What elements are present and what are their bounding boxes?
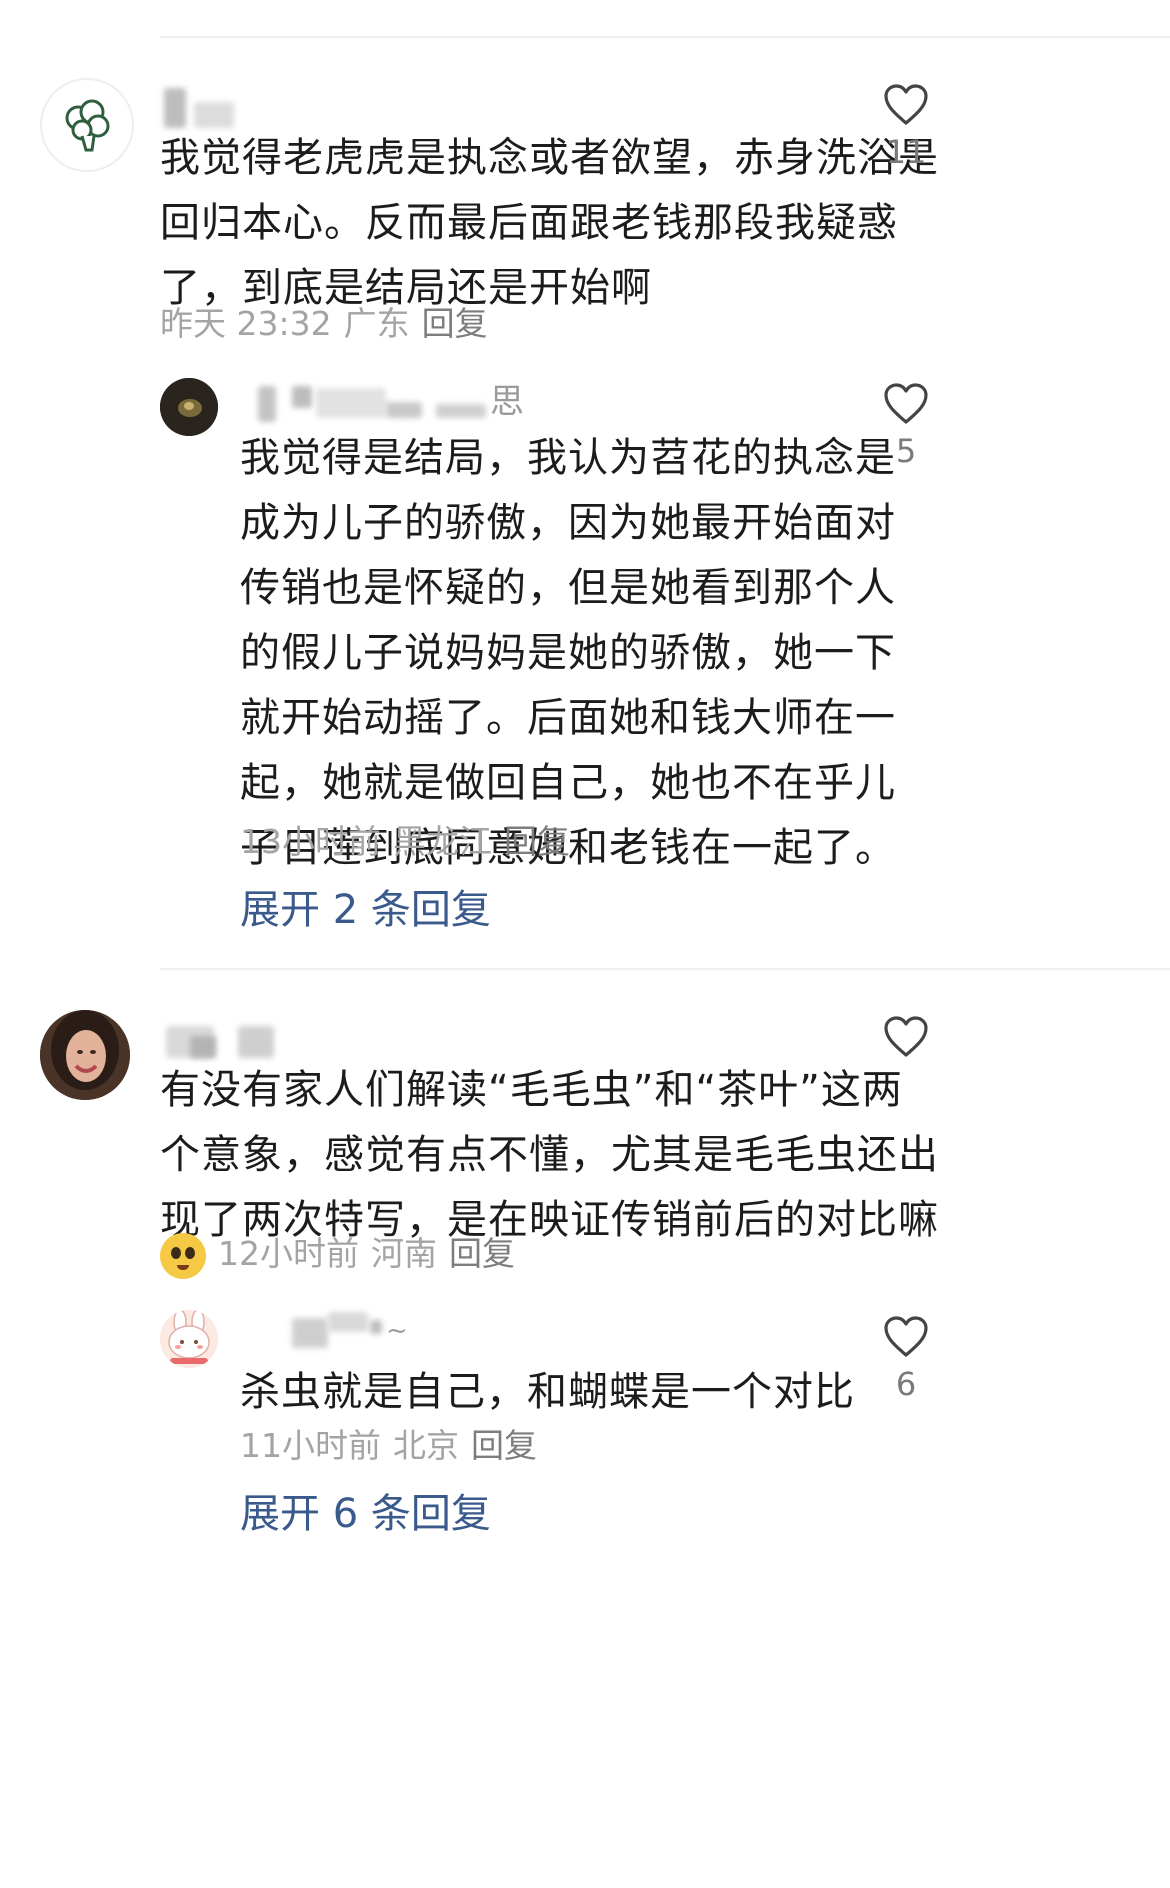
- like-control: 11: [856, 84, 956, 172]
- reply-meta: 13小时前 黑龙江 回复: [240, 820, 582, 864]
- reply-username-fragment: ~: [386, 1316, 408, 1346]
- like-count: 6: [895, 1365, 917, 1403]
- reply-like-control: 6: [856, 1316, 956, 1404]
- like-count: 11: [885, 133, 927, 171]
- avatar-photo-icon: [40, 1010, 130, 1100]
- reply-time: 13小时前: [240, 822, 381, 861]
- reply-username[interactable]: 思: [252, 382, 552, 428]
- comment-meta: 12小时前 河南 回复: [160, 1232, 527, 1279]
- bunny-avatar-icon: [160, 1310, 218, 1368]
- heart-icon[interactable]: [883, 383, 929, 425]
- avatar[interactable]: [40, 1010, 130, 1100]
- reply-avatar[interactable]: [160, 1310, 218, 1368]
- reply-button[interactable]: 回复: [422, 304, 488, 343]
- heart-icon[interactable]: [883, 84, 929, 126]
- reply-location: 北京: [393, 1426, 459, 1465]
- like-control: [856, 1016, 956, 1064]
- broccoli-icon: [65, 99, 110, 152]
- reply-like-control: 5: [856, 383, 956, 471]
- comment-text: 有没有家人们解读“毛毛虫”和“茶叶”这两 个意象，感觉有点不懂，尤其是毛毛虫还出…: [160, 1067, 939, 1243]
- heart-icon[interactable]: [883, 1016, 929, 1058]
- reply-username-fragment: 思: [490, 382, 524, 422]
- expand-replies-button[interactable]: 展开 2 条回复: [240, 884, 491, 936]
- reply-button[interactable]: 回复: [504, 822, 570, 861]
- avatar-photo-icon: [160, 378, 218, 436]
- expand-replies-button[interactable]: 展开 6 条回复: [240, 1488, 491, 1540]
- reply-button[interactable]: 回复: [471, 1426, 537, 1465]
- reply-meta: 11小时前 北京 回复: [240, 1424, 549, 1468]
- comment-location: 广东: [343, 304, 410, 343]
- reply-text: 杀虫就是自己，和蝴蝶是一个对比: [240, 1369, 855, 1415]
- comment-location: 河南: [371, 1234, 437, 1273]
- comment-meta: 昨天 23:32 广东 回复: [160, 302, 500, 346]
- reply-avatar[interactable]: [160, 378, 218, 436]
- like-count: 5: [895, 432, 917, 470]
- reply-time: 11小时前: [240, 1426, 381, 1465]
- top-divider: [160, 36, 1170, 38]
- pleading-face-emoji: [160, 1232, 206, 1279]
- comment-time: 昨天 23:32: [160, 304, 332, 343]
- comment-divider: [160, 968, 1170, 970]
- comment-time: 12小时前: [218, 1234, 359, 1273]
- reply-username[interactable]: ~: [240, 1312, 420, 1358]
- reply-location: 黑龙江: [393, 822, 492, 861]
- comment-text: 我觉得老虎虎是执念或者欲望，赤身洗浴是 回归本心。反而最后面跟老钱那段我疑惑 了…: [160, 135, 939, 311]
- reply-text: 我觉得是结局，我认为苕花的执念是 成为儿子的骄傲，因为她最开始面对 传销也是怀疑…: [240, 435, 896, 871]
- reply-button[interactable]: 回复: [449, 1234, 515, 1273]
- heart-icon[interactable]: [883, 1316, 929, 1358]
- avatar[interactable]: [40, 78, 134, 172]
